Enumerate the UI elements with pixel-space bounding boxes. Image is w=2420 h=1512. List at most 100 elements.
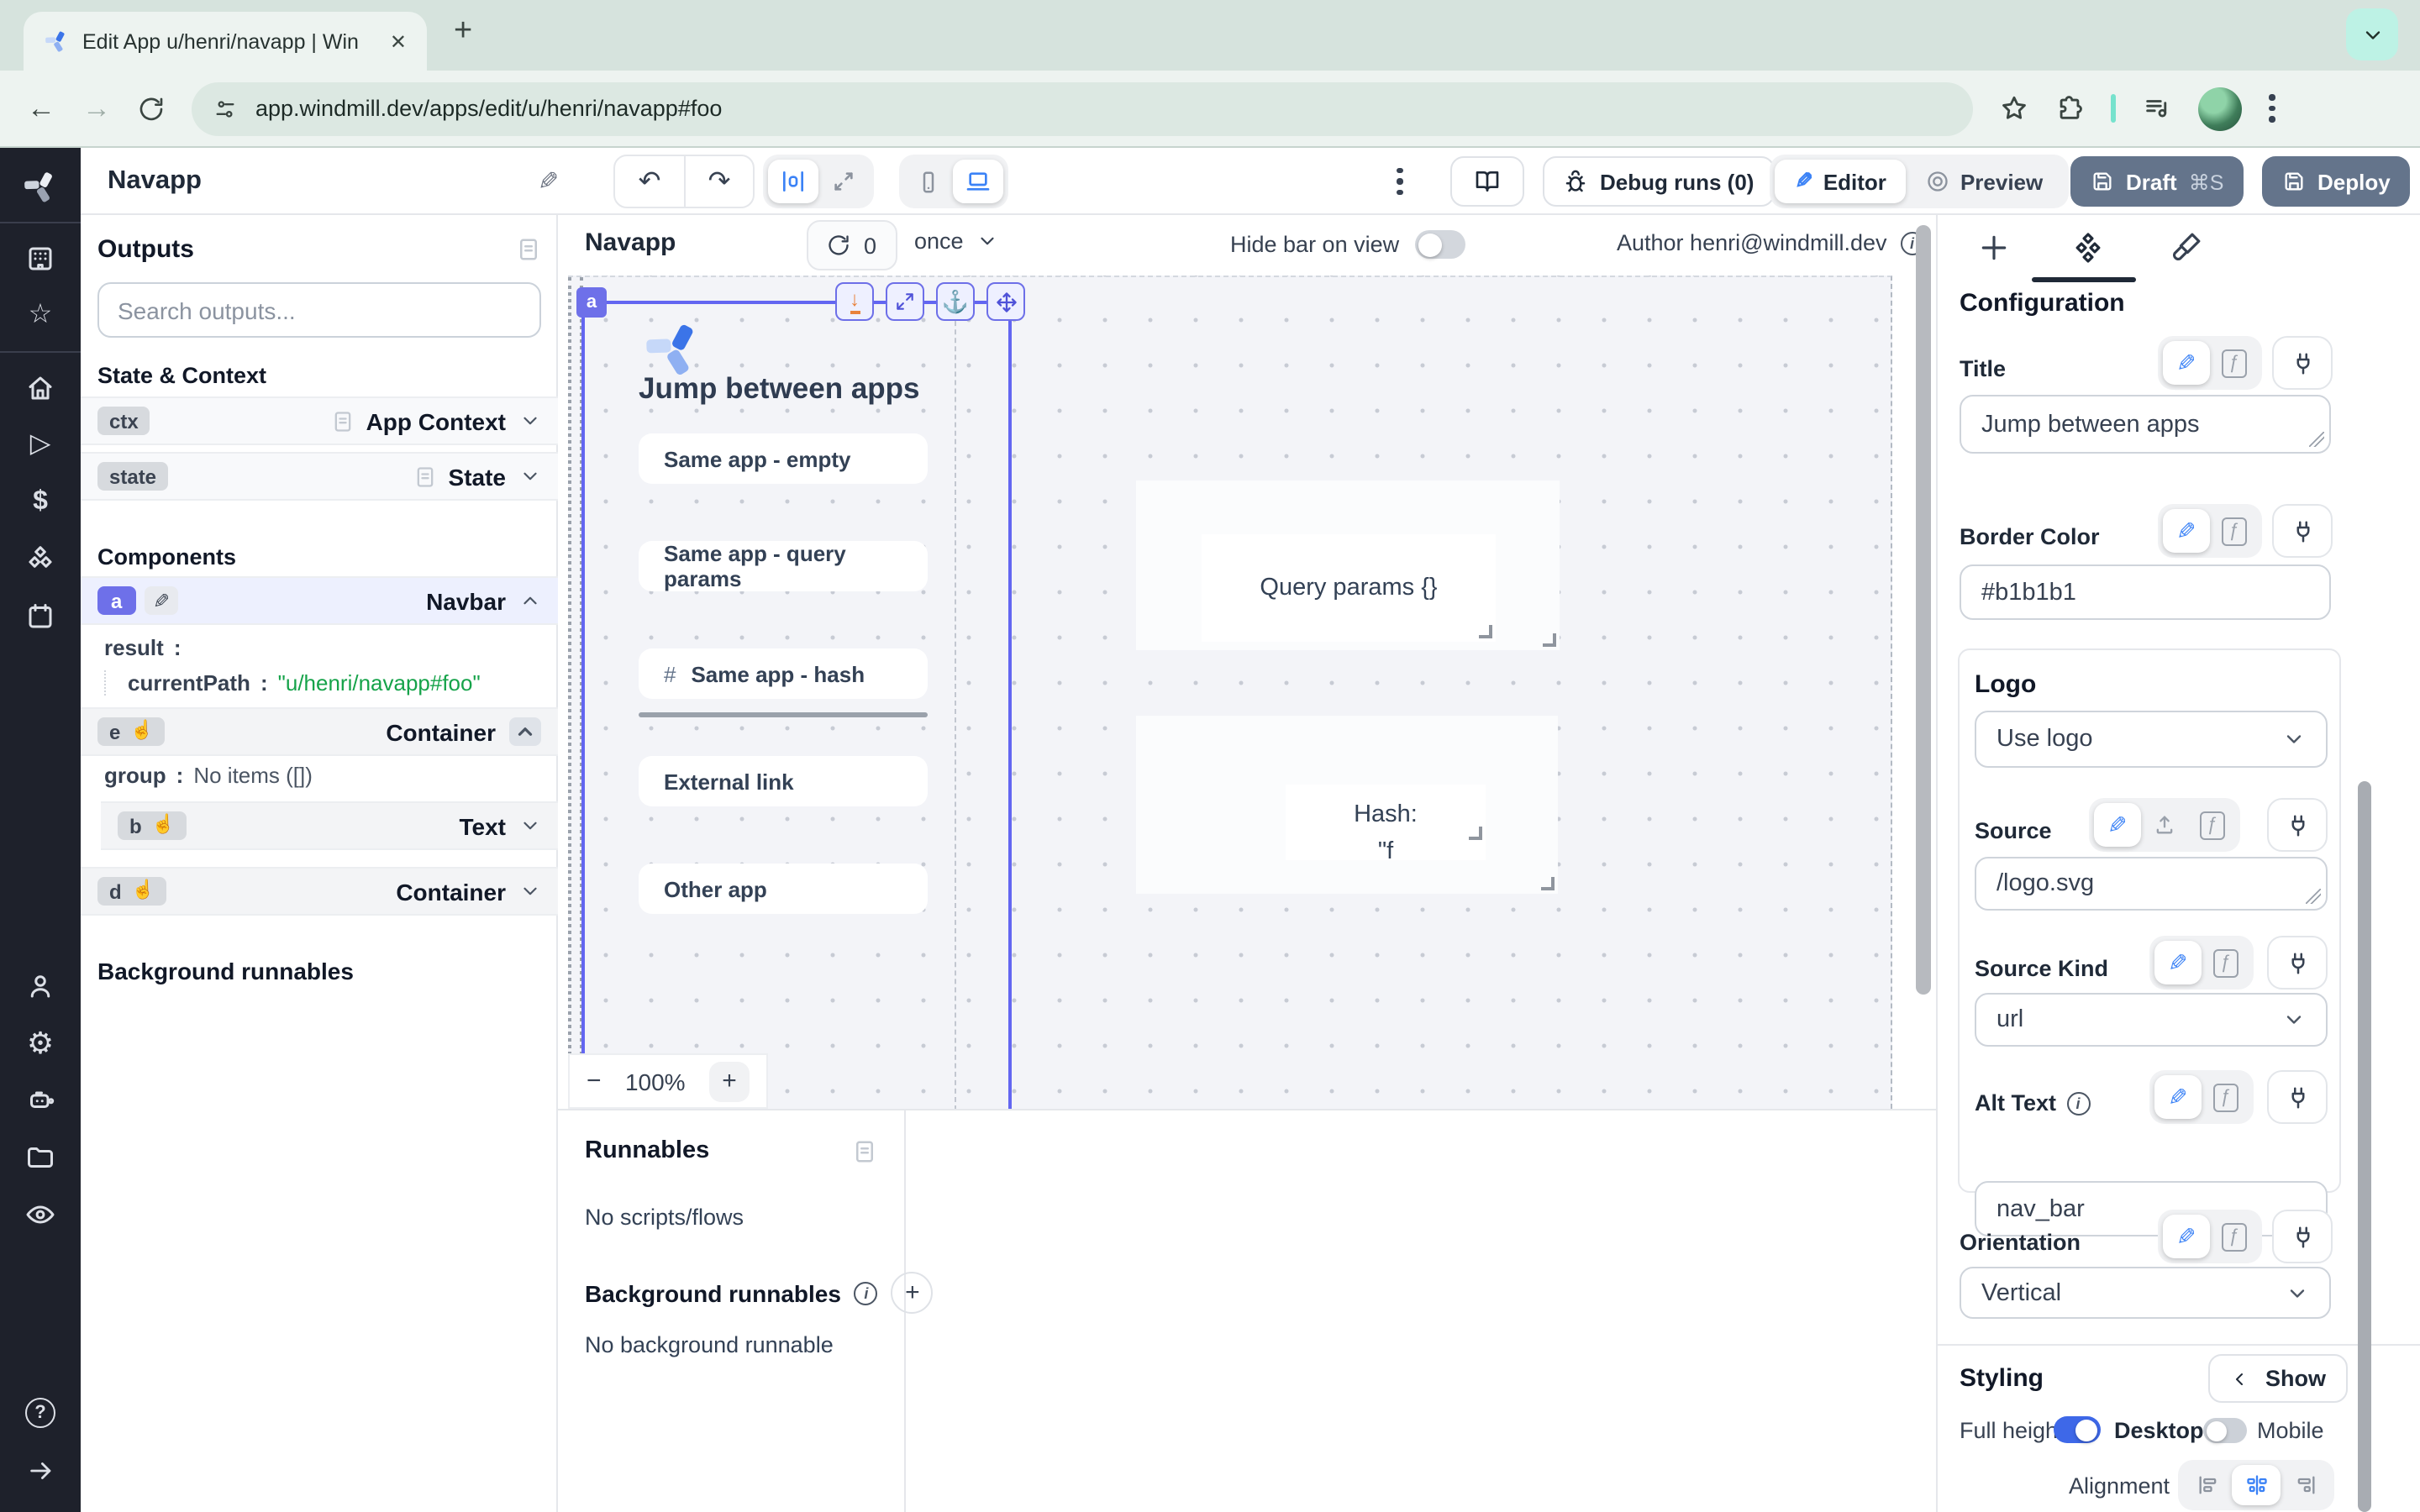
sidebar-item-workers[interactable] — [0, 1072, 81, 1129]
sidebar-item-runs[interactable]: ▷ — [0, 417, 81, 474]
reload-icon[interactable] — [138, 95, 165, 122]
windmill-logo[interactable] — [0, 158, 81, 215]
browser-tab[interactable]: Edit App u/henri/navapp | Win ✕ — [24, 12, 427, 71]
source-kind-static-mode-button[interactable]: ✎ — [2154, 941, 2202, 984]
debug-runs-button[interactable]: Debug runs (0) — [1543, 156, 1774, 207]
insert-component-tab[interactable] — [1978, 232, 2010, 264]
tab-close-icon[interactable]: ✕ — [390, 29, 407, 53]
orientation-connect-button[interactable] — [2272, 1210, 2333, 1263]
border-color-connect-button[interactable] — [2272, 504, 2333, 558]
alt-text-fx-mode-button[interactable]: ƒ — [2202, 1075, 2249, 1119]
sidebar-item-users[interactable] — [0, 958, 81, 1015]
resize-handle[interactable] — [1469, 827, 1482, 840]
chevron-down-icon[interactable] — [519, 410, 541, 432]
resize-handle[interactable] — [1479, 625, 1492, 638]
config-scrollbar[interactable] — [2358, 781, 2371, 1512]
sidebar-item-help[interactable]: ? — [0, 1384, 81, 1441]
fullwidth-layout-button[interactable] — [818, 160, 869, 203]
orientation-fx-mode-button[interactable]: ƒ — [2210, 1215, 2257, 1258]
browser-menu-icon[interactable] — [2269, 95, 2275, 123]
nav-button-other-app[interactable]: Other app — [639, 864, 928, 914]
title-static-mode-button[interactable]: ✎ — [2163, 341, 2210, 385]
source-connect-button[interactable] — [2267, 798, 2328, 852]
more-options-button[interactable] — [1397, 148, 1402, 215]
source-upload-button[interactable] — [2141, 803, 2188, 847]
output-row-ctx[interactable]: ctx App Context — [81, 396, 558, 445]
editor-tab[interactable]: ✎ Editor — [1775, 160, 1907, 203]
nav-button-query-params[interactable]: Same app - query params — [639, 541, 928, 591]
back-icon[interactable]: ← — [27, 92, 55, 125]
hide-bar-toggle[interactable] — [1414, 230, 1465, 259]
resize-handle[interactable] — [1541, 877, 1555, 890]
desktop-view-button[interactable] — [953, 160, 1003, 203]
source-input[interactable]: /logo.svg — [1975, 857, 2328, 911]
search-outputs-field[interactable] — [97, 282, 541, 338]
sidebar-item-workspace[interactable] — [0, 230, 81, 287]
component-row-container-e[interactable]: e☝ Container — [81, 707, 558, 756]
full-height-toggle[interactable] — [2054, 1416, 2101, 1443]
alt-text-connect-button[interactable] — [2267, 1070, 2328, 1124]
component-row-text-b[interactable]: b☝ Text — [101, 801, 558, 850]
chevron-down-icon[interactable] — [519, 465, 541, 487]
logo-select[interactable]: Use logo — [1975, 711, 2328, 768]
nav-button-same-app-empty[interactable]: Same app - empty — [639, 433, 928, 484]
alt-text-static-mode-button[interactable]: ✎ — [2154, 1075, 2202, 1119]
sidebar-item-folders[interactable] — [0, 1129, 81, 1186]
settings-tab[interactable] — [2072, 232, 2104, 264]
mobile-view-button[interactable] — [904, 160, 953, 203]
edit-component-button[interactable]: ✎ — [144, 586, 177, 615]
query-params-text[interactable]: Query params {} — [1202, 534, 1496, 642]
sidebar-item-home[interactable] — [0, 360, 81, 417]
sidebar-item-audit-logs[interactable] — [0, 1186, 81, 1243]
align-center-button[interactable] — [2232, 1465, 2281, 1505]
orientation-select[interactable]: Vertical — [1960, 1267, 2331, 1319]
zoom-out-button[interactable]: − — [587, 1067, 602, 1095]
output-row-state[interactable]: state State — [81, 452, 558, 501]
bookmark-star-icon[interactable] — [2000, 94, 2028, 123]
zoom-in-button[interactable]: + — [709, 1061, 750, 1101]
chevron-up-icon[interactable] — [519, 590, 541, 612]
title-connect-button[interactable] — [2272, 336, 2333, 390]
component-row-navbar[interactable]: a ✎ Navbar — [81, 576, 558, 625]
collapse-chevron-up-icon[interactable] — [509, 717, 541, 746]
sidebar-item-variables[interactable]: $ — [0, 474, 81, 531]
show-styling-button[interactable]: Show — [2208, 1354, 2348, 1403]
move-button[interactable] — [986, 282, 1025, 321]
site-settings-icon[interactable] — [213, 97, 237, 120]
refresh-mode-select[interactable]: once — [914, 228, 999, 254]
nav-button-same-app-hash[interactable]: # Same app - hash — [639, 648, 928, 699]
anchor-button[interactable]: ⚓ — [936, 282, 975, 321]
group-row[interactable]: group : No items ([]) — [81, 763, 558, 788]
deploy-button[interactable]: Deploy — [2262, 156, 2411, 207]
source-kind-fx-mode-button[interactable]: ƒ — [2202, 941, 2249, 984]
doc-icon[interactable] — [852, 1138, 877, 1163]
hash-text[interactable]: Hash: "f — [1286, 785, 1486, 860]
sidebar-item-favorites[interactable]: ☆ — [0, 287, 81, 344]
result-row[interactable]: result: — [81, 635, 558, 660]
profile-avatar[interactable] — [2198, 87, 2242, 130]
title-input[interactable]: Jump between apps — [1960, 395, 2331, 454]
selection-tag[interactable]: a — [576, 287, 607, 318]
refresh-count-button[interactable]: 0 — [807, 220, 897, 270]
extensions-icon[interactable] — [2055, 94, 2084, 123]
redo-button[interactable]: ↷ — [684, 156, 753, 207]
undo-button[interactable]: ↶ — [615, 156, 684, 207]
orientation-static-mode-button[interactable]: ✎ — [2163, 1215, 2210, 1258]
new-tab-icon[interactable]: + — [454, 13, 472, 50]
rename-app-button[interactable]: ✎ — [538, 148, 559, 215]
docs-button[interactable] — [1450, 156, 1524, 207]
expand-down-button[interactable]: ↓ — [835, 282, 874, 321]
sidebar-item-settings[interactable]: ⚙ — [0, 1015, 81, 1072]
media-playlist-icon[interactable] — [2143, 94, 2171, 123]
border-color-fx-mode-button[interactable]: ƒ — [2210, 509, 2257, 553]
sidebar-item-resources[interactable] — [0, 531, 81, 588]
chevron-down-icon[interactable] — [519, 880, 541, 902]
border-color-input[interactable]: #b1b1b1 — [1960, 564, 2331, 620]
title-fx-mode-button[interactable]: ƒ — [2210, 341, 2257, 385]
sidebar-expand-button[interactable] — [0, 1441, 81, 1499]
mobile-toggle[interactable] — [2203, 1418, 2247, 1443]
app-canvas[interactable]: a ↓ ⚓ Jump b — [568, 276, 1892, 1109]
source-kind-select[interactable]: url — [1975, 993, 2328, 1047]
chevron-down-icon[interactable] — [519, 815, 541, 837]
centered-layout-button[interactable] — [768, 160, 818, 203]
